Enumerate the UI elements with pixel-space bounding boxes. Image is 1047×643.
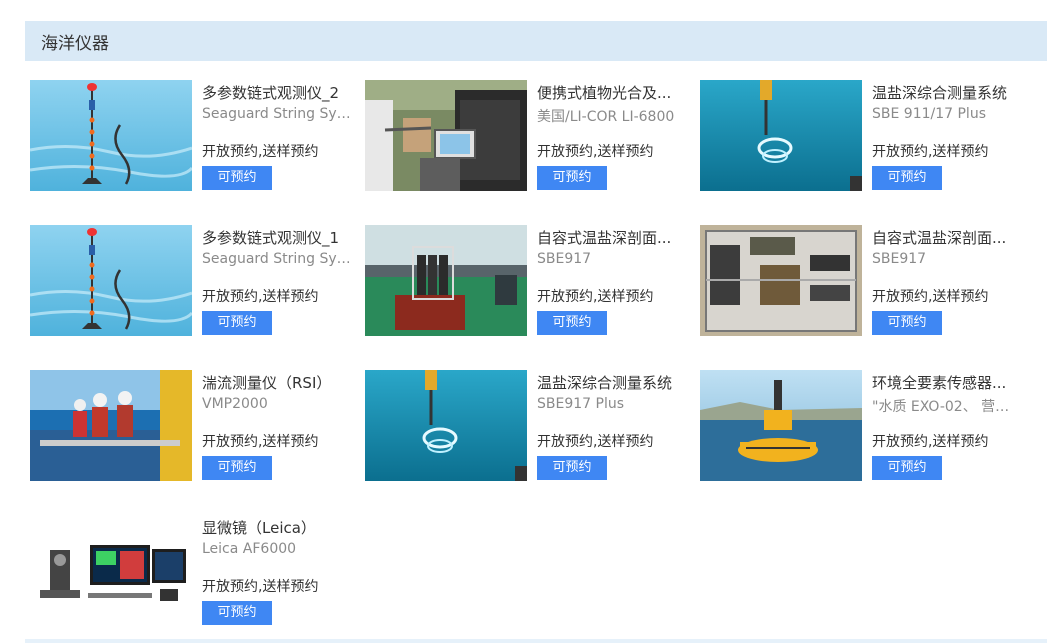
section-title: 海洋仪器: [41, 34, 109, 54]
instrument-model: "水质 EXO-02、 营养...: [872, 399, 1022, 415]
booking-status: 开放预约,送样预约: [537, 144, 654, 160]
booking-status: 开放预约,送样预约: [202, 144, 319, 160]
book-button[interactable]: 可预约: [872, 456, 942, 480]
section-divider: [25, 639, 1047, 643]
instrument-model: VMP2000: [202, 396, 268, 412]
instrument-thumbnail[interactable]: [700, 225, 862, 336]
book-button[interactable]: 可预约: [872, 166, 942, 190]
instrument-thumbnail[interactable]: [30, 515, 192, 626]
instrument-model: SBE 911/17 Plus: [872, 106, 986, 122]
instrument-name[interactable]: 便携式植物光合及...: [537, 82, 687, 103]
booking-status: 开放预约,送样预约: [537, 434, 654, 450]
instrument-thumbnail[interactable]: [30, 370, 192, 481]
instrument-thumbnail[interactable]: [30, 80, 192, 191]
book-button[interactable]: 可预约: [537, 456, 607, 480]
instrument-card[interactable]: 自容式温盐深剖面... SBE917 开放预约,送样预约可预约: [365, 225, 685, 336]
book-button[interactable]: 可预约: [872, 311, 942, 335]
instrument-card[interactable]: 环境全要素传感器... "水质 EXO-02、 营养... 开放预约,送样预约可预约: [700, 370, 1022, 481]
instrument-model: Seaguard String Syst...: [202, 106, 352, 122]
instrument-card[interactable]: 多参数链式观测仪_2 Seaguard String Syst... 开放预约,送样…: [30, 80, 352, 191]
instrument-card[interactable]: 便携式植物光合及... 美国/LI-COR LI-6800 开放预约,送样预约可预约: [365, 80, 685, 191]
booking-status: 开放预约,送样预约: [202, 289, 319, 305]
instrument-name[interactable]: 多参数链式观测仪_2: [202, 82, 352, 103]
instrument-name[interactable]: 自容式温盐深剖面...: [537, 227, 687, 248]
instrument-model: SBE917 Plus: [537, 396, 625, 412]
instrument-thumbnail[interactable]: [700, 80, 862, 191]
booking-status: 开放预约,送样预约: [202, 579, 319, 595]
instrument-model: Leica AF6000: [202, 541, 297, 557]
instrument-card[interactable]: 显微镜（Leica） Leica AF6000 开放预约,送样预约可预约: [30, 515, 350, 626]
instrument-name[interactable]: 显微镜（Leica）: [202, 517, 352, 538]
instrument-thumbnail[interactable]: [365, 80, 527, 191]
book-button[interactable]: 可预约: [202, 456, 272, 480]
instrument-model: Seaguard String Syst...: [202, 251, 352, 267]
booking-status: 开放预约,送样预约: [872, 144, 989, 160]
book-button[interactable]: 可预约: [202, 601, 272, 625]
instrument-thumbnail[interactable]: [30, 225, 192, 336]
book-button[interactable]: 可预约: [537, 166, 607, 190]
instrument-name[interactable]: 温盐深综合测量系统: [537, 372, 687, 393]
instrument-thumbnail[interactable]: [700, 370, 862, 481]
instrument-model: SBE917: [537, 251, 592, 267]
instrument-card[interactable]: 自容式温盐深剖面... SBE917 开放预约,送样预约可预约: [700, 225, 1020, 336]
section-header: 海洋仪器: [25, 21, 1047, 61]
booking-status: 开放预约,送样预约: [537, 289, 654, 305]
instrument-name[interactable]: 湍流测量仪（RSI）: [202, 372, 352, 393]
book-button[interactable]: 可预约: [202, 311, 272, 335]
instrument-name[interactable]: 多参数链式观测仪_1: [202, 227, 352, 248]
instrument-model: SBE917: [872, 251, 927, 267]
booking-status: 开放预约,送样预约: [202, 434, 319, 450]
book-button[interactable]: 可预约: [537, 311, 607, 335]
instrument-thumbnail[interactable]: [365, 225, 527, 336]
instrument-card[interactable]: 多参数链式观测仪_1 Seaguard String Syst... 开放预约,送样…: [30, 225, 352, 336]
instrument-card[interactable]: 温盐深综合测量系统 SBE917 Plus 开放预约,送样预约可预约: [365, 370, 685, 481]
booking-status: 开放预约,送样预约: [872, 289, 989, 305]
instrument-model: 美国/LI-COR LI-6800: [537, 109, 675, 125]
book-button[interactable]: 可预约: [202, 166, 272, 190]
booking-status: 开放预约,送样预约: [872, 434, 989, 450]
instrument-thumbnail[interactable]: [365, 370, 527, 481]
instrument-card[interactable]: 温盐深综合测量系统 SBE 911/17 Plus 开放预约,送样预约可预约: [700, 80, 1020, 191]
instrument-card[interactable]: 湍流测量仪（RSI） VMP2000 开放预约,送样预约可预约: [30, 370, 350, 481]
instrument-name[interactable]: 环境全要素传感器...: [872, 372, 1022, 393]
instrument-name[interactable]: 自容式温盐深剖面...: [872, 227, 1022, 248]
instrument-name[interactable]: 温盐深综合测量系统: [872, 82, 1022, 103]
